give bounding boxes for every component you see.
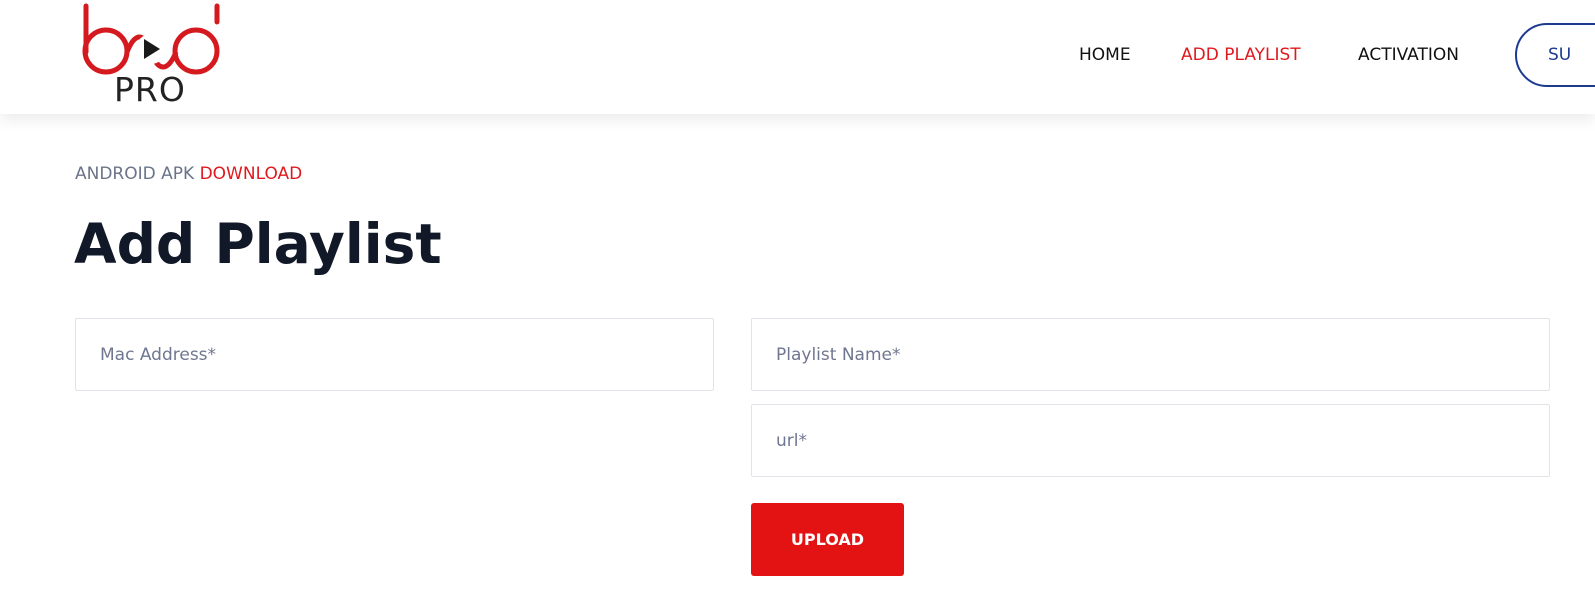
logo-text: PRO [114, 70, 186, 109]
upload-button[interactable]: UPLOAD [751, 503, 904, 576]
brand-logo[interactable]: PRO [80, 2, 222, 109]
page-title: Add Playlist [74, 212, 442, 276]
nav-add-playlist[interactable]: ADD PLAYLIST [1181, 44, 1301, 66]
site-header: PRO HOME ADD PLAYLIST ACTIVATION SU [0, 0, 1595, 114]
apk-prefix: ANDROID APK [75, 164, 195, 184]
apk-download-line: ANDROID APK DOWNLOAD [75, 163, 302, 185]
nav-home[interactable]: HOME [1079, 44, 1131, 66]
playlist-name-input[interactable] [751, 318, 1550, 391]
apk-download-link[interactable]: DOWNLOAD [200, 164, 303, 184]
url-input[interactable] [751, 404, 1550, 477]
nav-pill-label: SU [1548, 45, 1572, 65]
mac-address-input[interactable] [75, 318, 714, 391]
nav-activation[interactable]: ACTIVATION [1358, 44, 1459, 66]
nav-pill-button[interactable]: SU [1515, 23, 1595, 87]
